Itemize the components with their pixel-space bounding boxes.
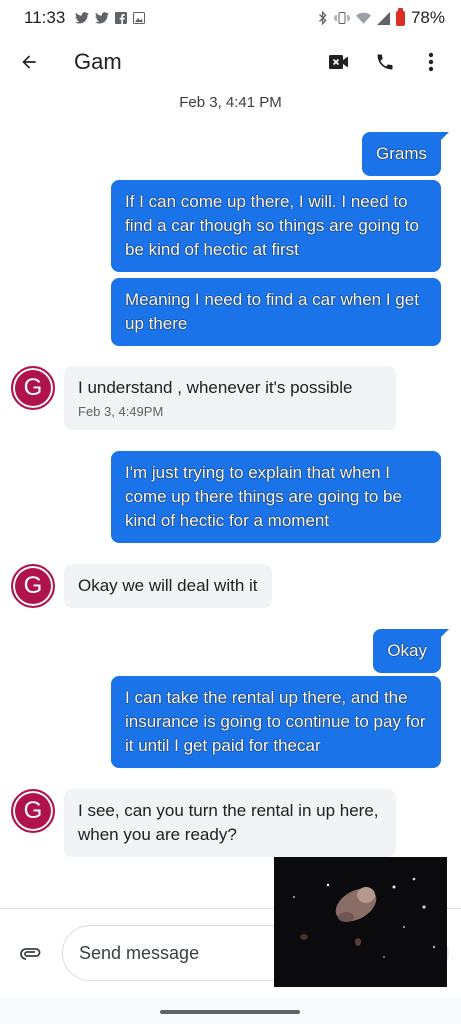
message-bubble-outgoing[interactable]: I can take the rental up there, and the … bbox=[111, 676, 441, 768]
battery-percent: 78% bbox=[410, 8, 445, 27]
attach-button[interactable] bbox=[18, 941, 44, 967]
video-camera-icon bbox=[329, 55, 348, 69]
message-timestamp: Feb 3, 4:49PM bbox=[78, 404, 164, 419]
home-gesture-handle[interactable] bbox=[160, 1010, 300, 1014]
battery-icon bbox=[395, 7, 405, 26]
phone-icon bbox=[377, 54, 393, 70]
twitter-icon bbox=[95, 12, 110, 24]
avatar[interactable]: G bbox=[11, 366, 55, 410]
more-vert-icon bbox=[428, 52, 434, 72]
back-button[interactable] bbox=[14, 47, 44, 77]
message-text: Okay bbox=[387, 641, 427, 660]
message-bubble-outgoing[interactable]: I'm just trying to explain that when I c… bbox=[111, 451, 441, 543]
message-text: Okay we will deal with it bbox=[78, 576, 258, 595]
facebook-icon bbox=[115, 12, 128, 24]
avatar[interactable]: G bbox=[11, 564, 55, 608]
conversation[interactable]: Feb 3, 4:41 PM Grams If I can come up th… bbox=[0, 88, 461, 908]
status-time: 11:33 bbox=[24, 8, 66, 27]
avatar-letter: G bbox=[23, 797, 43, 824]
messages-screen: 11:33 78% Gam Feb 3, 4:41 PM Grams If I … bbox=[0, 0, 461, 1024]
message-bubble-outgoing[interactable]: Grams bbox=[362, 132, 449, 176]
message-text: I can take the rental up there, and the … bbox=[125, 688, 426, 755]
message-text: I see, can you turn the rental in up her… bbox=[78, 801, 379, 844]
more-options-button[interactable] bbox=[419, 50, 443, 74]
message-bubble-incoming[interactable]: I see, can you turn the rental in up her… bbox=[64, 789, 396, 857]
message-bubble-incoming[interactable]: Okay we will deal with it bbox=[64, 564, 272, 608]
message-bubble-incoming[interactable]: I understand , whenever it's possible Fe… bbox=[64, 366, 396, 430]
arrow-back-icon bbox=[22, 55, 36, 69]
message-bubble-outgoing[interactable]: Okay bbox=[373, 629, 449, 673]
app-bar: Gam bbox=[0, 36, 461, 88]
bluetooth-icon bbox=[319, 11, 327, 25]
status-bar: 11:33 78% bbox=[0, 0, 461, 36]
message-text: Grams bbox=[376, 144, 427, 163]
avatar-letter: G bbox=[23, 572, 43, 599]
notification-icons bbox=[75, 12, 146, 24]
message-bubble-outgoing[interactable]: If I can come up there, I will. I need t… bbox=[111, 180, 441, 272]
video-preview[interactable] bbox=[274, 857, 447, 987]
message-text: I understand , whenever it's possible bbox=[78, 378, 353, 397]
signal-icon bbox=[376, 11, 390, 25]
twitter-icon bbox=[75, 12, 90, 24]
message-text: Meaning I need to find a car when I get … bbox=[125, 290, 419, 333]
message-text: I'm just trying to explain that when I c… bbox=[125, 463, 402, 530]
vibrate-icon bbox=[333, 12, 350, 24]
navigation-bar bbox=[0, 999, 461, 1024]
avatar-letter: G bbox=[23, 374, 43, 401]
phone-call-button[interactable] bbox=[373, 50, 397, 74]
video-frame bbox=[274, 857, 447, 987]
app-actions bbox=[327, 50, 443, 74]
contact-name: Gam bbox=[74, 49, 122, 74]
message-text: If I can come up there, I will. I need t… bbox=[125, 192, 419, 259]
date-header: Feb 3, 4:41 PM bbox=[179, 94, 282, 111]
gallery-icon bbox=[133, 12, 146, 24]
wifi-icon bbox=[355, 12, 371, 24]
avatar[interactable]: G bbox=[11, 789, 55, 833]
system-status-icons: 78% bbox=[318, 7, 445, 28]
video-call-button[interactable] bbox=[327, 50, 351, 74]
attachment-icon bbox=[20, 948, 41, 960]
message-bubble-outgoing[interactable]: Meaning I need to find a car when I get … bbox=[111, 278, 441, 346]
